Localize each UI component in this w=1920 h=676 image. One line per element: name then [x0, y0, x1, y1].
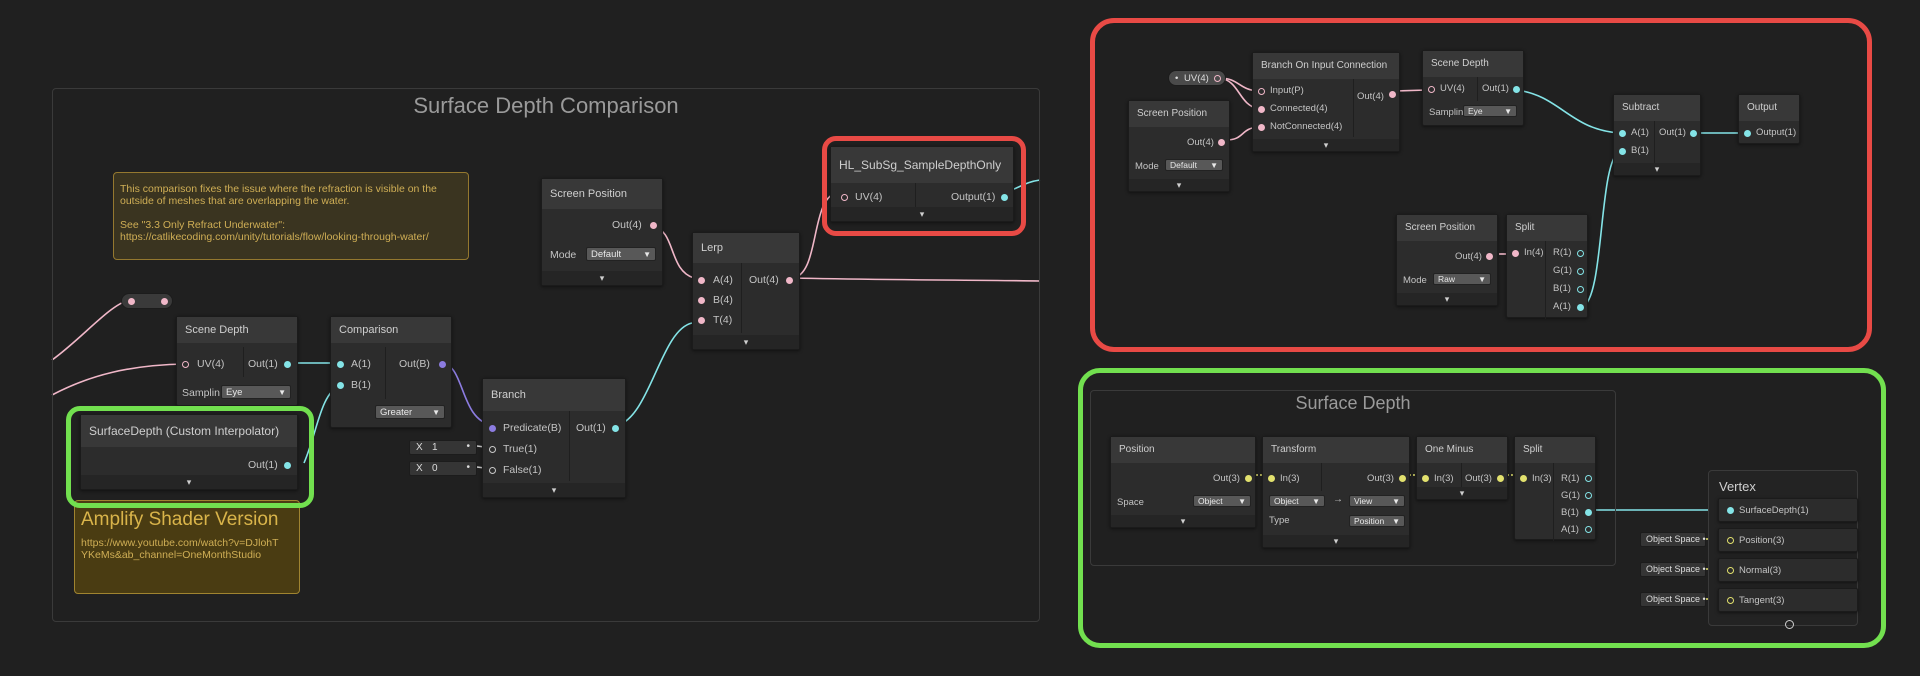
mode-label: Mode: [550, 249, 577, 261]
note-line: https://catlikecoding.com/unity/tutorial…: [120, 231, 429, 243]
highlight-red-subgraph: [822, 136, 1026, 236]
reroute-node[interactable]: [121, 293, 173, 309]
out-port[interactable]: [612, 425, 619, 432]
sampling-label: Samplin: [182, 387, 220, 399]
axis-label: X: [416, 463, 423, 474]
node-title: Screen Position: [542, 179, 662, 209]
b-input-port[interactable]: [337, 382, 344, 389]
sticky-note-amplify[interactable]: Amplify Shader Version https://www.youtu…: [74, 500, 300, 594]
a-input-port[interactable]: [337, 361, 344, 368]
out-port[interactable]: [439, 361, 446, 368]
uv-input-port[interactable]: [182, 361, 189, 368]
dropdown-value: Default: [591, 249, 622, 260]
out-label: Out(4): [612, 219, 642, 231]
out-label: Out(1): [576, 422, 606, 434]
note-line: outside of meshes that are overlapping t…: [120, 195, 350, 207]
out-label: Out(1): [248, 358, 278, 370]
mode-dropdown[interactable]: Default ▼: [586, 247, 656, 261]
axis-label: X: [416, 442, 423, 453]
b-input-label: B(1): [351, 379, 371, 391]
out-port[interactable]: [786, 277, 793, 284]
uv-input-label: UV(4): [197, 358, 225, 370]
note-line: https://www.youtube.com/watch?v=DJlohT: [81, 537, 279, 549]
t-label: T(4): [713, 314, 733, 326]
node-title: Lerp: [693, 233, 799, 263]
out-label: Out(4): [749, 274, 779, 286]
value: 0: [432, 463, 438, 474]
node-branch[interactable]: Branch Predicate(B) True(1) False(1) Out…: [482, 378, 626, 498]
highlight-green-surface-depth: [1078, 368, 1886, 648]
highlight-green-custom-interpolator: [66, 406, 314, 508]
node-screen-position[interactable]: Screen Position Out(4) Mode Default ▼ ▾: [541, 178, 663, 286]
sampling-dropdown[interactable]: Eye ▼: [221, 385, 291, 399]
highlight-red-subgraph-contents: [1090, 18, 1872, 352]
t-input-port[interactable]: [698, 317, 705, 324]
out-port[interactable]: [284, 361, 291, 368]
true-label: True(1): [503, 443, 538, 455]
dropdown-value: Eye: [226, 387, 243, 398]
reroute-in-dot[interactable]: [128, 298, 135, 305]
sticky-note-refraction[interactable]: This comparison fixes the issue where th…: [113, 172, 469, 260]
predicate-label: Predicate(B): [503, 422, 562, 434]
note-line: This comparison fixes the issue where th…: [120, 183, 437, 195]
dropdown-value: Greater: [380, 407, 413, 418]
comparison-mode-dropdown[interactable]: Greater ▼: [375, 405, 445, 419]
node-scene-depth[interactable]: Scene Depth UV(4) Out(1) Samplin Eye ▼: [176, 316, 298, 406]
node-collapse-toggle[interactable]: ▾: [542, 271, 662, 285]
a-label: A(4): [713, 274, 733, 286]
a-input-port[interactable]: [698, 277, 705, 284]
a-input-label: A(1): [351, 358, 371, 370]
false-value-field[interactable]: X 0 •: [409, 461, 477, 476]
out-label: Out(B): [399, 358, 430, 370]
node-title: Scene Depth: [177, 317, 297, 343]
false-input-port[interactable]: [489, 467, 496, 474]
b-label: B(4): [713, 294, 733, 306]
reroute-out-dot[interactable]: [161, 298, 168, 305]
node-lerp[interactable]: Lerp A(4) B(4) T(4) Out(4) ▾: [692, 232, 800, 350]
out-port[interactable]: [650, 222, 657, 229]
note-line: See "3.3 Only Refract Underwater":: [120, 219, 286, 231]
true-value-field[interactable]: X 1 •: [409, 440, 477, 455]
node-title: Comparison: [331, 317, 451, 343]
node-collapse-toggle[interactable]: ▾: [483, 483, 625, 497]
true-input-port[interactable]: [489, 446, 496, 453]
node-collapse-toggle[interactable]: ▾: [693, 335, 799, 349]
node-comparison[interactable]: Comparison A(1) B(1) Out(B) Greater ▼: [330, 316, 452, 428]
note-line: YKeMs&ab_channel=OneMonthStudio: [81, 549, 262, 561]
value: 1: [432, 442, 438, 453]
note-title: Amplify Shader Version: [81, 509, 279, 530]
node-title: Branch: [483, 379, 625, 411]
predicate-input-port[interactable]: [489, 425, 496, 432]
b-input-port[interactable]: [698, 297, 705, 304]
false-label: False(1): [503, 464, 542, 476]
group-title: Surface Depth Comparison: [413, 93, 679, 118]
